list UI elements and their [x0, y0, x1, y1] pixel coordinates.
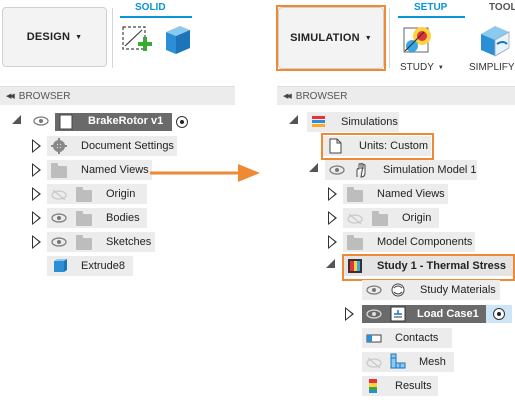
tree-item-label[interactable]: Named Views	[81, 164, 149, 176]
study-highlight	[342, 254, 515, 281]
materials-icon	[391, 283, 405, 297]
triangle-inner	[346, 309, 352, 319]
create-sketch-tool[interactable]	[120, 24, 154, 58]
arrow-right-icon	[150, 164, 260, 182]
browser-title: BROWSER	[295, 90, 348, 102]
eye-hidden-icon[interactable]	[51, 189, 67, 201]
triangle-inner	[33, 189, 39, 199]
triangle-inner	[329, 213, 335, 223]
caret-down-icon: ▼	[75, 33, 83, 41]
study-label: STUDY	[400, 62, 434, 73]
folder-icon	[76, 211, 92, 226]
eye-icon[interactable]	[33, 116, 49, 126]
extrude-icon	[54, 259, 67, 272]
right-browser-header[interactable]: ◀◀ BROWSER	[277, 86, 515, 105]
eye-icon[interactable]	[366, 309, 382, 319]
tree-item-label[interactable]: Bodies	[106, 212, 140, 224]
create-box-tool[interactable]	[160, 22, 194, 58]
load-case-icon	[390, 306, 406, 322]
expand-triangle-icon[interactable]	[326, 259, 335, 268]
tab-solid[interactable]: SOLID	[135, 2, 166, 13]
tree-item-label[interactable]: Mesh	[419, 356, 446, 368]
tree-item-label[interactable]: Simulation Model 1	[383, 164, 477, 176]
document-icon	[59, 114, 73, 130]
tree-item-label[interactable]: Contacts	[395, 332, 438, 344]
tab-solid-underline	[120, 16, 192, 18]
triangle-inner	[329, 237, 335, 247]
expand-triangle-icon[interactable]	[289, 115, 298, 124]
triangle-inner	[33, 213, 39, 223]
results-icon	[369, 379, 377, 393]
eye-icon[interactable]	[329, 165, 345, 175]
tree-item-label[interactable]: Simulations	[341, 116, 398, 128]
study-menu[interactable]: STUDY ▼	[400, 62, 444, 73]
sketch-icon	[122, 26, 152, 51]
browser-title: BROWSER	[18, 90, 71, 102]
folder-icon	[347, 187, 363, 202]
workspace-label: DESIGN	[26, 31, 71, 43]
folder-icon	[76, 187, 92, 202]
folder-icon	[51, 163, 67, 178]
folder-icon	[76, 235, 92, 250]
eye-icon[interactable]	[366, 285, 382, 295]
toolbar-divider	[389, 8, 390, 68]
simplify-icon	[481, 26, 510, 57]
eye-icon[interactable]	[51, 213, 67, 223]
toolbar-divider	[112, 8, 113, 68]
triangle-inner	[33, 141, 39, 151]
simplify-label: SIMPLIFY	[469, 62, 515, 73]
triangle-inner	[33, 237, 39, 247]
study-tool[interactable]	[400, 22, 436, 58]
hand-icon	[356, 163, 366, 178]
tree-item-label[interactable]: Origin	[402, 212, 431, 224]
tree-item-label[interactable]: Named Views	[377, 188, 445, 200]
expand-triangle-icon[interactable]	[12, 115, 21, 124]
simplify-tool[interactable]	[475, 20, 513, 58]
tree-item-label[interactable]: Document Settings	[81, 140, 174, 152]
units-highlight	[321, 133, 434, 160]
triangle-inner	[33, 165, 39, 175]
simulation-workspace-highlight	[276, 5, 386, 71]
contacts-icon	[366, 334, 382, 343]
tree-item-label[interactable]: Model Components	[377, 236, 472, 248]
box-icon	[166, 26, 190, 54]
collapse-icon[interactable]: ◀◀	[283, 92, 292, 100]
mesh-icon	[390, 353, 406, 369]
tree-item-label[interactable]: Results	[395, 380, 432, 392]
tree-item-label[interactable]: Load Case1	[417, 308, 479, 320]
tree-item-label[interactable]: Sketches	[106, 236, 151, 248]
design-workspace-button[interactable]: DESIGN ▼	[2, 7, 107, 67]
radio-icon[interactable]	[493, 308, 505, 320]
collapse-icon[interactable]: ◀◀	[6, 92, 15, 100]
tab-tools[interactable]: TOOL	[489, 2, 515, 13]
triangle-inner	[329, 189, 335, 199]
left-browser-header[interactable]: ◀◀ BROWSER	[0, 86, 235, 105]
eye-icon[interactable]	[51, 237, 67, 247]
gear-icon	[51, 138, 67, 154]
folder-icon	[347, 235, 363, 250]
folder-icon	[372, 211, 388, 226]
thermal-study-icon	[403, 27, 431, 53]
tab-setup-underline	[398, 16, 465, 18]
eye-hidden-icon[interactable]	[347, 213, 363, 225]
simulations-icon	[312, 116, 325, 127]
simplify-menu[interactable]: SIMPLIFY ▼	[469, 62, 515, 73]
tree-item-label[interactable]: Extrude8	[81, 260, 125, 272]
tree-item-label[interactable]: Study Materials	[420, 284, 496, 296]
tab-setup[interactable]: SETUP	[414, 2, 447, 13]
eye-hidden-icon[interactable]	[366, 357, 382, 369]
expand-triangle-icon[interactable]	[309, 163, 318, 172]
caret-down-icon: ▼	[437, 64, 444, 71]
tree-item-label[interactable]: Origin	[106, 188, 135, 200]
root-component-label[interactable]: BrakeRotor v1	[88, 115, 163, 127]
radio-icon[interactable]	[176, 116, 188, 128]
